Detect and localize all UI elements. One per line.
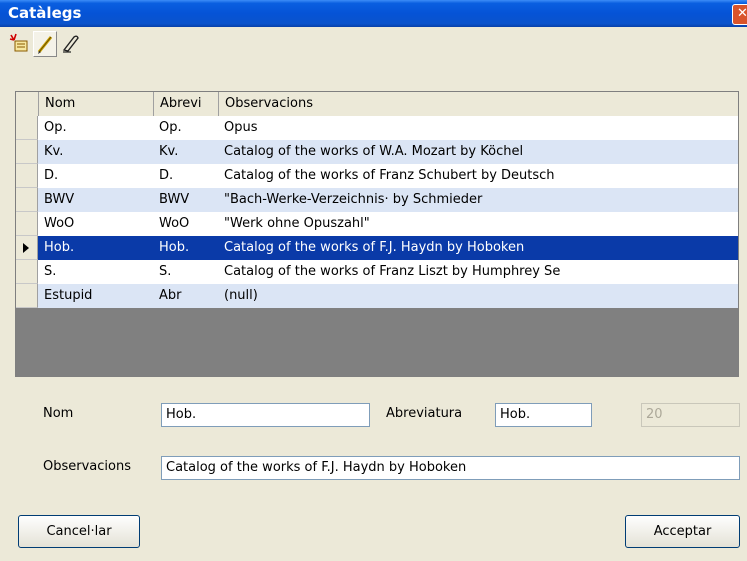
current-row-arrow-icon [23,243,29,253]
cell-abrevi[interactable]: S. [159,260,219,284]
table-row[interactable]: BWV BWV "Bach-Werke-Verzeichnis· by Schmie… [16,188,738,212]
cell-nom[interactable]: Op. [44,116,154,140]
grid-header: Nom Abrevi Observacions [16,92,738,117]
cell-nom[interactable]: S. [44,260,154,284]
cell-obs[interactable]: Catalog of the works of Franz Liszt by H… [224,260,734,284]
catalogs-grid[interactable]: Nom Abrevi Observacions Op. Op. Opus Kv. Kv.… [15,91,739,377]
window-title: Catàlegs [8,4,82,22]
column-header-nom[interactable]: Nom [39,92,154,116]
accept-button[interactable]: Acceptar [625,515,740,548]
catalogs-window: Catàlegs ✕ Nom Abrevi Observacions Op. O… [0,0,747,561]
observacions-field[interactable]: Catalog of the works of F.J. Haydn by Ho… [161,456,740,480]
cell-nom[interactable]: Estupid [44,284,154,308]
table-row[interactable]: Hob. Hob. Catalog of the works of F.J. Hay… [16,236,738,260]
cell-obs[interactable]: "Werk ohne Opuszahl" [224,212,734,236]
row-indicator[interactable] [16,284,38,308]
row-indicator[interactable] [16,212,38,236]
toolbar [0,27,747,63]
row-indicator[interactable] [16,164,38,188]
abreviatura-field[interactable]: Hob. [495,403,592,427]
cell-abrevi[interactable]: BWV [159,188,219,212]
row-indicator[interactable] [16,236,38,260]
table-row[interactable]: S. S. Catalog of the works of Franz Liszt … [16,260,738,284]
table-row[interactable]: D. D. Catalog of the works of Franz Schube… [16,164,738,188]
table-row[interactable]: Estupid Abr (null) [16,284,738,308]
title-bar[interactable]: Catàlegs ✕ [0,0,747,27]
cell-nom[interactable]: Hob. [44,236,154,260]
row-indicator[interactable] [16,116,38,140]
eraser-icon [62,35,79,53]
cell-nom[interactable]: BWV [44,188,154,212]
cell-abrevi[interactable]: D. [159,164,219,188]
cell-obs[interactable]: (null) [224,284,734,308]
cell-obs[interactable]: Catalog of the works of Franz Schubert b… [224,164,734,188]
cell-obs[interactable]: Opus [224,116,734,140]
cell-obs[interactable]: Catalog of the works of F.J. Haydn by Ho… [224,236,734,260]
observacions-label: Observacions [43,459,131,474]
cell-obs[interactable]: Catalog of the works of W.A. Mozart by K… [224,140,734,164]
header-indicator-cell [16,92,39,116]
cell-abrevi[interactable]: Kv. [159,140,219,164]
column-header-abrevi[interactable]: Abrevi [154,92,219,116]
abreviatura-label: Abreviatura [386,406,463,421]
cancel-button[interactable]: Cancel·lar [18,515,140,548]
edit-button[interactable] [33,31,57,57]
column-header-observacions[interactable]: Observacions [219,92,738,116]
nom-field[interactable]: Hob. [161,403,370,427]
cell-abrevi[interactable]: WoO [159,212,219,236]
erase-button[interactable] [59,31,83,57]
cell-abrevi[interactable]: Op. [159,116,219,140]
cell-nom[interactable]: Kv. [44,140,154,164]
cell-nom[interactable]: D. [44,164,154,188]
row-indicator[interactable] [16,140,38,164]
edit-pencil-icon [37,36,53,54]
table-row[interactable]: Op. Op. Opus [16,116,738,140]
cell-abrevi[interactable]: Abr [159,284,219,308]
cell-abrevi[interactable]: Hob. [159,236,219,260]
cell-obs[interactable]: "Bach-Werke-Verzeichnis· by Schmieder [224,188,734,212]
cell-nom[interactable]: WoO [44,212,154,236]
table-row[interactable]: WoO WoO "Werk ohne Opuszahl" [16,212,738,236]
row-indicator[interactable] [16,260,38,284]
nom-label: Nom [43,406,74,421]
number-field: 20 [641,403,740,427]
close-button[interactable]: ✕ [732,4,747,25]
new-record-button[interactable] [8,31,32,57]
row-indicator[interactable] [16,188,38,212]
table-row[interactable]: Kv. Kv. Catalog of the works of W.A. Mozar… [16,140,738,164]
new-record-icon [9,33,28,52]
